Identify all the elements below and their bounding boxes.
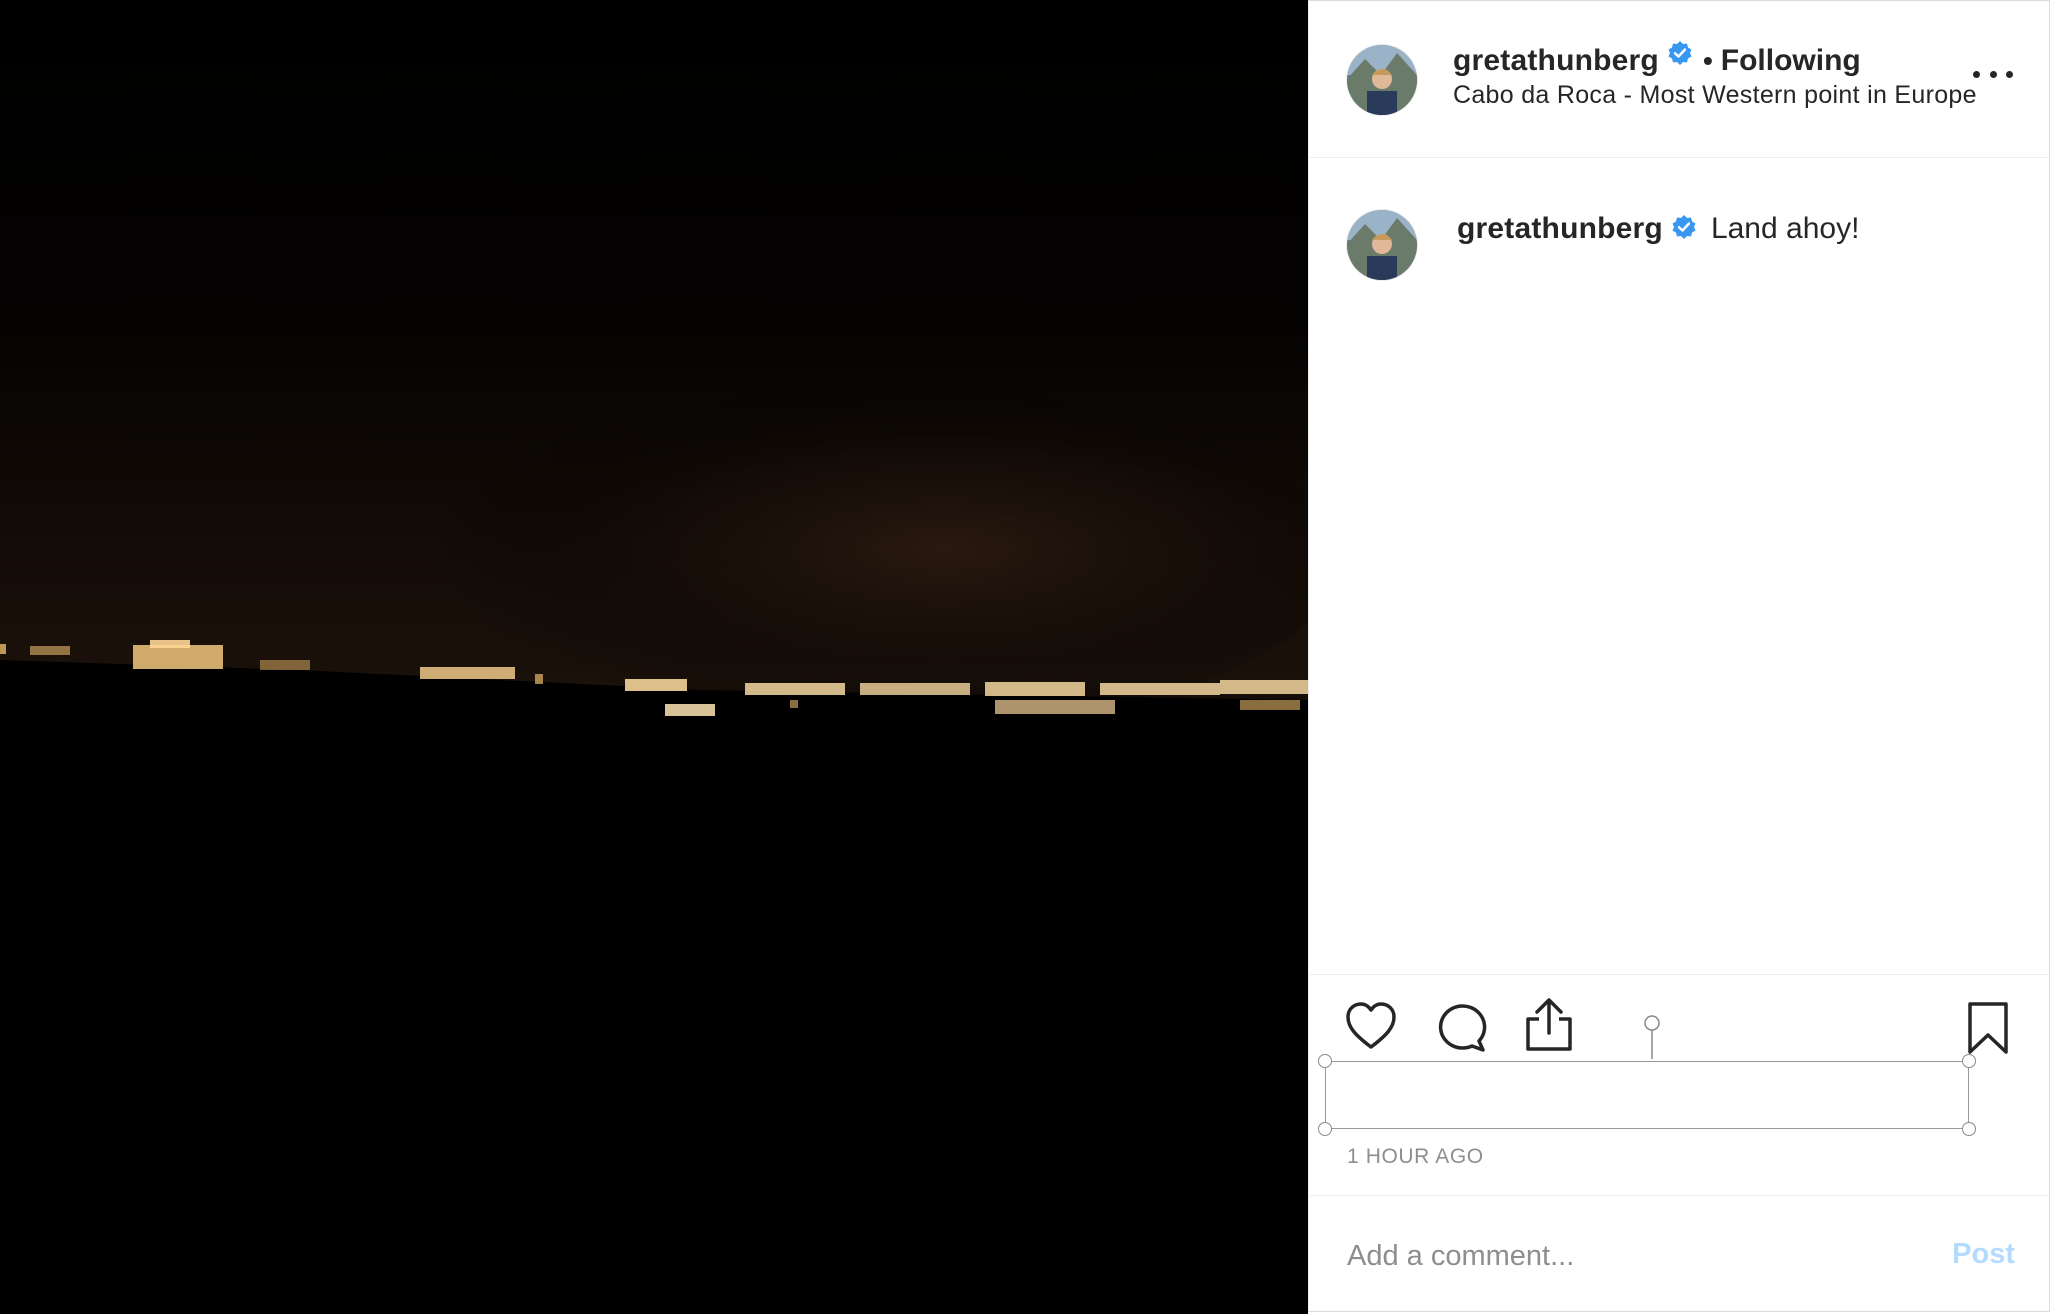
- anchor-handle[interactable]: [1642, 1015, 1662, 1064]
- action-bar: [1309, 974, 2049, 1059]
- header-separator: •: [1702, 45, 1713, 76]
- likes-selection-box[interactable]: [1325, 1061, 1969, 1129]
- post-photo[interactable]: [0, 0, 1308, 1314]
- verified-badge-icon: [1671, 214, 1697, 245]
- heart-icon[interactable]: [1345, 1001, 1397, 1056]
- avatar-image: [1347, 45, 1417, 115]
- selection-handle[interactable]: [1318, 1054, 1332, 1068]
- night-coastline-image: [0, 0, 1308, 1314]
- avatar-image: [1347, 210, 1417, 280]
- post-location-link[interactable]: Cabo da Roca - Most Western point in Eur…: [1453, 81, 2013, 110]
- comment-bar: Post: [1309, 1195, 2049, 1313]
- caption-text: Land ahoy!: [1710, 212, 1860, 245]
- post-timestamp[interactable]: 1 HOUR AGO: [1347, 1145, 1484, 1169]
- comment-icon[interactable]: [1435, 1001, 1487, 1058]
- header-username[interactable]: gretathunberg: [1453, 41, 1659, 81]
- caption-avatar[interactable]: [1347, 210, 1417, 280]
- caption-row: gretathunberg Land ahoy!: [1457, 207, 1859, 251]
- verified-badge-icon: [1667, 40, 1693, 82]
- selection-handle[interactable]: [1318, 1122, 1332, 1136]
- selection-handle[interactable]: [1962, 1122, 1976, 1136]
- comment-input[interactable]: [1345, 1230, 1909, 1282]
- share-icon[interactable]: [1524, 997, 1574, 1058]
- post-header: gretathunberg • Following Cabo da Roca -…: [1309, 1, 2049, 158]
- caption-username[interactable]: gretathunberg: [1457, 212, 1663, 246]
- post-details-panel: gretathunberg • Following Cabo da Roca -…: [1308, 0, 2050, 1312]
- bookmark-icon[interactable]: [1967, 1001, 2009, 1060]
- header-title-row: gretathunberg • Following: [1453, 41, 1861, 81]
- more-options-icon[interactable]: [1973, 65, 2013, 83]
- author-avatar[interactable]: [1347, 45, 1417, 115]
- follow-status-button[interactable]: Following: [1721, 41, 1861, 81]
- post-comment-button[interactable]: Post: [1952, 1238, 2015, 1271]
- selection-handle[interactable]: [1962, 1054, 1976, 1068]
